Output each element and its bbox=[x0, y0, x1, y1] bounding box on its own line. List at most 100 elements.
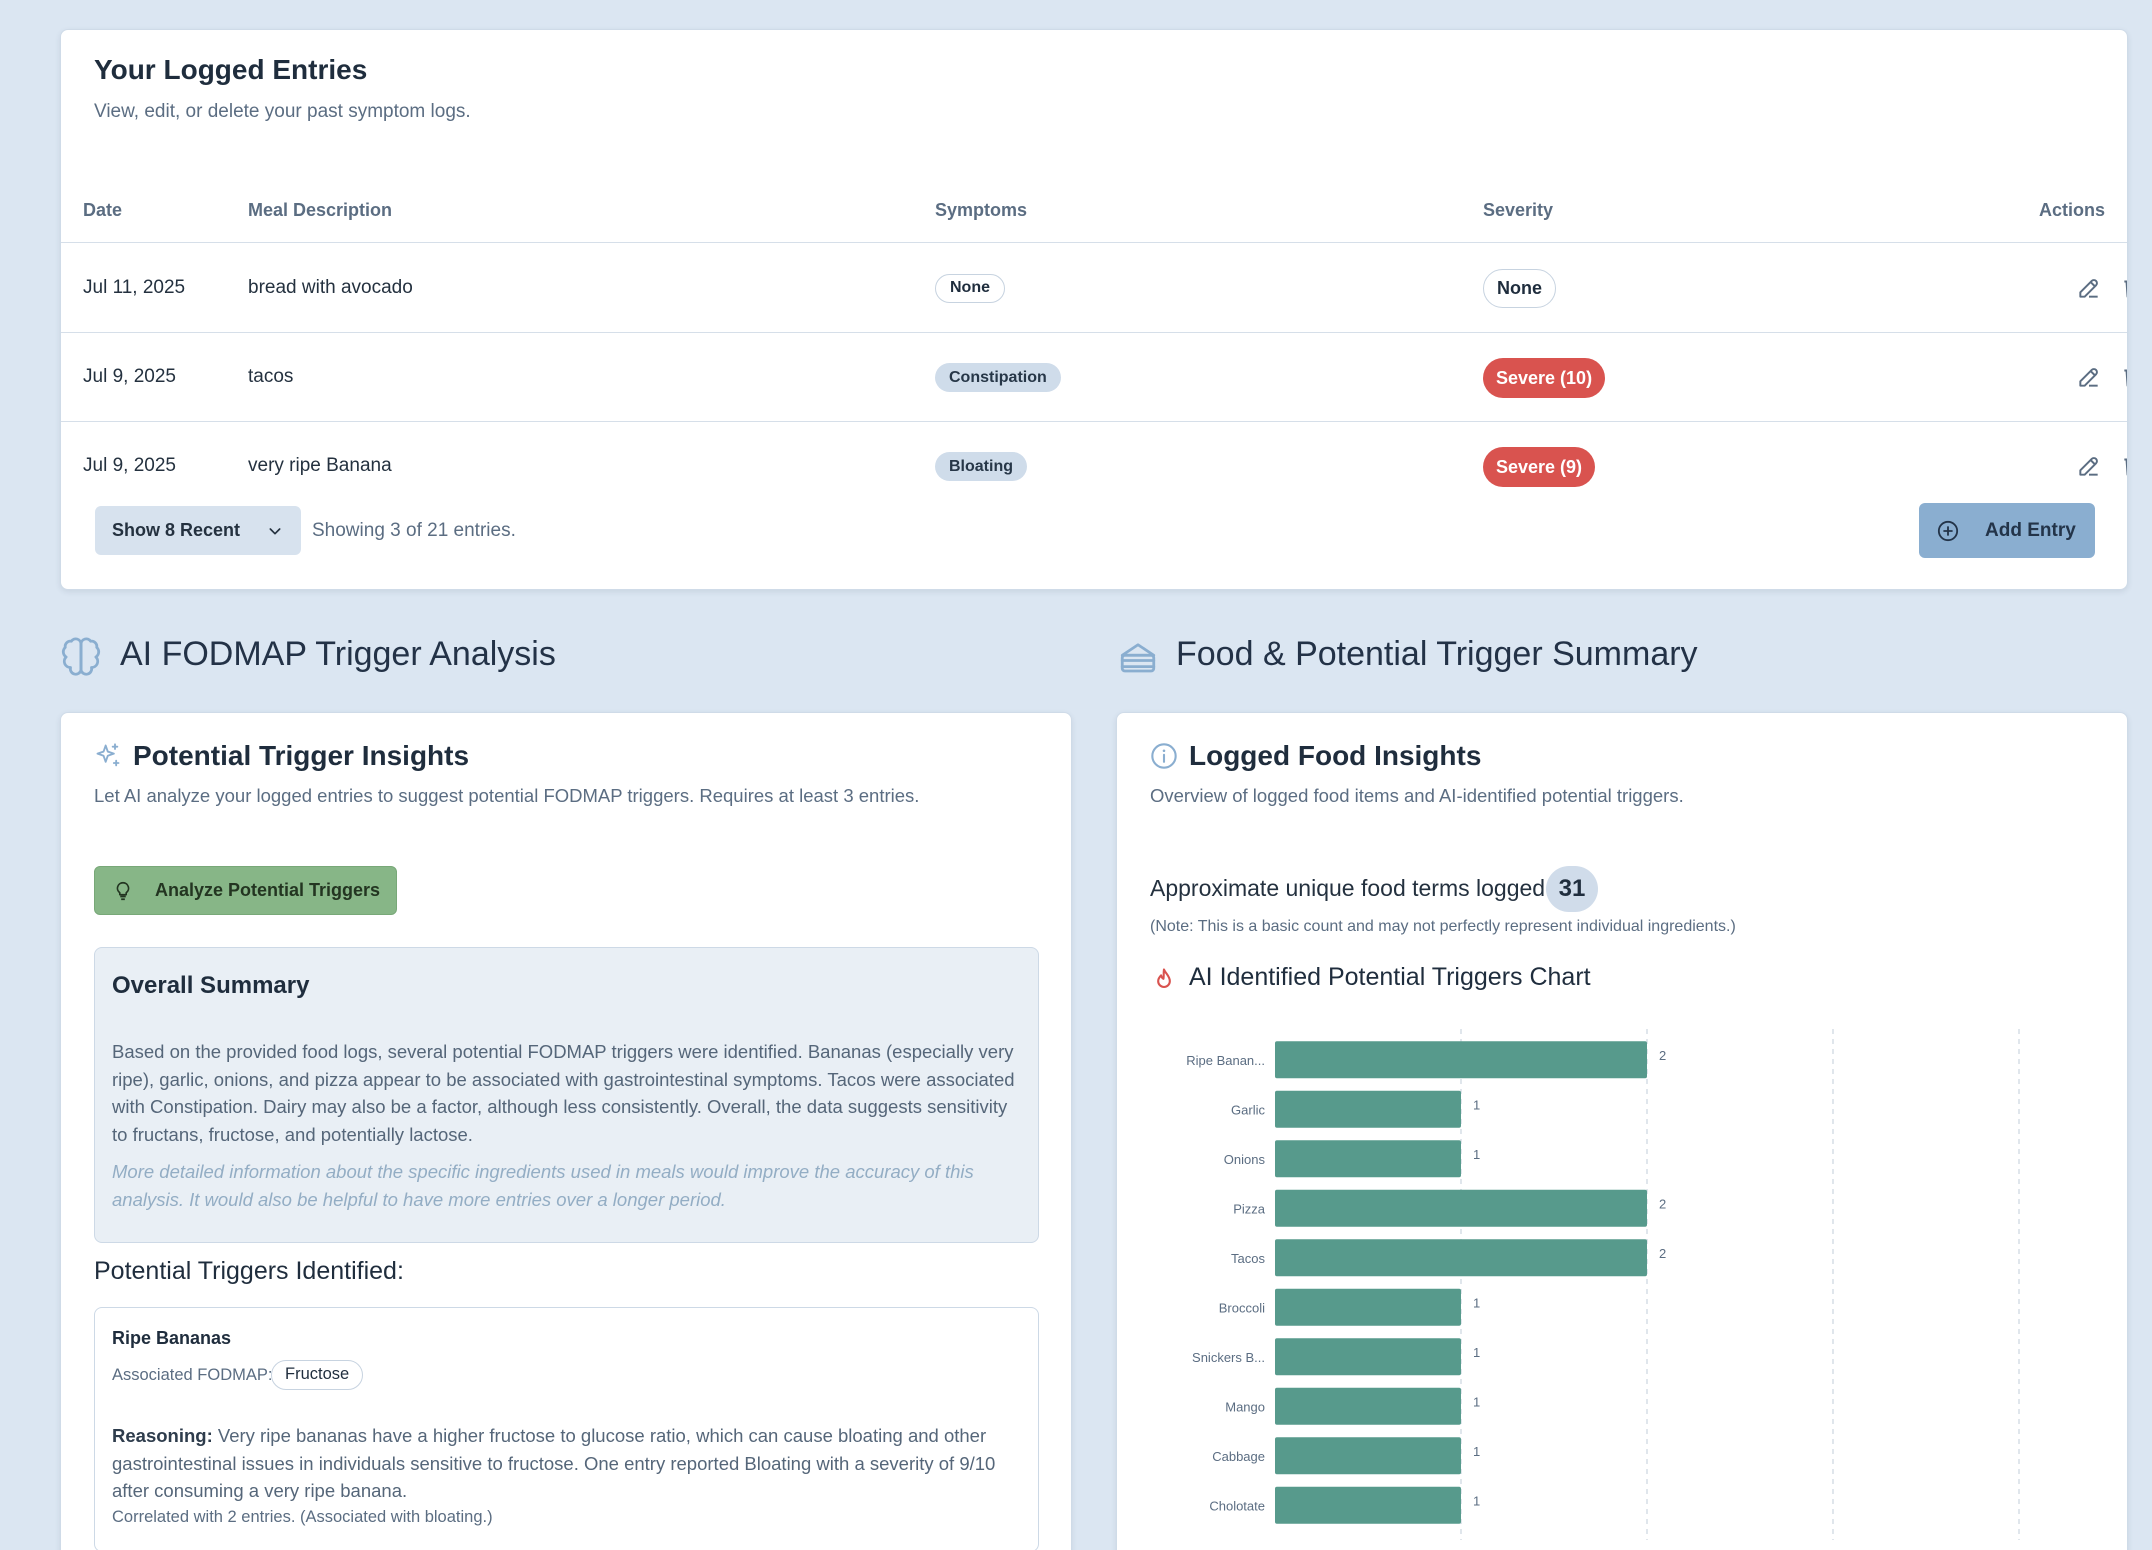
logged-entries-card: Your Logged Entries View, edit, or delet… bbox=[60, 29, 2128, 590]
y-tick-label: Mango bbox=[1225, 1399, 1265, 1414]
chart-title: AI Identified Potential Triggers Chart bbox=[1189, 963, 1591, 991]
food-insights-card: Logged Food Insights Overview of logged … bbox=[1116, 712, 2128, 1550]
reasoning-label: Reasoning: bbox=[112, 1425, 213, 1446]
data-label: 1 bbox=[1473, 1097, 1480, 1112]
table-header: Date Meal Description Symptoms Severity … bbox=[61, 170, 2127, 243]
col-meal: Meal Description bbox=[248, 200, 393, 220]
y-tick-label: Onions bbox=[1224, 1152, 1266, 1167]
insights-title: Potential Trigger Insights bbox=[133, 740, 470, 771]
bar bbox=[1275, 1189, 1647, 1227]
y-tick-label: Broccoli bbox=[1219, 1300, 1265, 1315]
trigger-correlation: Correlated with 2 entries. (Associated w… bbox=[112, 1508, 493, 1526]
food-insights-title: Logged Food Insights bbox=[1189, 740, 1482, 771]
y-tick-label: Snickers B... bbox=[1192, 1350, 1265, 1365]
y-tick-label: Cholotate bbox=[1209, 1498, 1265, 1513]
data-label: 2 bbox=[1659, 1246, 1666, 1261]
symptom-chip: Bloating bbox=[935, 452, 1027, 481]
trigger-name: Ripe Bananas bbox=[112, 1328, 232, 1348]
entries-subtitle: View, edit, or delete your past symptom … bbox=[94, 101, 471, 122]
y-tick-label: Garlic bbox=[1231, 1102, 1265, 1117]
severity-badge: Severe (10) bbox=[1483, 358, 1606, 398]
data-label: 2 bbox=[1659, 1048, 1666, 1063]
row-date: Jul 9, 2025 bbox=[83, 455, 176, 476]
flame-icon bbox=[1157, 968, 1171, 989]
col-severity: Severity bbox=[1483, 200, 1554, 220]
plus-circle-icon bbox=[1937, 520, 1959, 542]
lightbulb-icon bbox=[116, 881, 130, 901]
bar bbox=[1275, 1140, 1461, 1178]
summary-note: More detailed information about the spec… bbox=[112, 1161, 974, 1210]
edit-icon[interactable] bbox=[2076, 275, 2102, 301]
unique-terms-label: Approximate unique food terms logged: bbox=[1150, 875, 1552, 901]
trigger-insights-card: Potential Trigger Insights Let AI analyz… bbox=[60, 712, 1072, 1550]
data-label: 1 bbox=[1473, 1394, 1480, 1409]
bar bbox=[1275, 1239, 1647, 1277]
symptom-chip: Constipation bbox=[935, 363, 1061, 392]
summary-text: Based on the provided food logs, several… bbox=[112, 1041, 1015, 1145]
show-recent-select[interactable]: Show 8 Recent bbox=[95, 506, 301, 555]
col-actions: Actions bbox=[2038, 200, 2105, 220]
severity-badge: None bbox=[1483, 269, 1556, 308]
trigger-item: Ripe Bananas Associated FODMAP: Fructose… bbox=[94, 1307, 1039, 1550]
data-label: 1 bbox=[1473, 1147, 1480, 1162]
bar bbox=[1275, 1437, 1461, 1475]
row-meal: very ripe Banana bbox=[248, 455, 392, 476]
row-date: Jul 9, 2025 bbox=[83, 366, 176, 387]
data-label: 1 bbox=[1473, 1345, 1480, 1360]
summary-heading: Food & Potential Trigger Summary bbox=[1176, 635, 1698, 673]
data-label: 2 bbox=[1659, 1196, 1666, 1211]
data-label: 1 bbox=[1473, 1444, 1480, 1459]
trigger-reasoning: Reasoning: Very ripe bananas have a high… bbox=[112, 1422, 1024, 1505]
row-meal: bread with avocado bbox=[248, 277, 413, 298]
data-label: 1 bbox=[1473, 1295, 1480, 1310]
analysis-heading: AI FODMAP Trigger Analysis bbox=[120, 635, 556, 673]
reasoning-text: Very ripe bananas have a higher fructose… bbox=[112, 1425, 996, 1501]
col-symptoms: Symptoms bbox=[935, 200, 1028, 220]
table-row: Jul 9, 2025 tacos Constipation Severe (1… bbox=[61, 333, 2127, 422]
col-date: Date bbox=[83, 200, 123, 220]
trash-icon[interactable] bbox=[2120, 364, 2128, 390]
trash-icon[interactable] bbox=[2120, 275, 2128, 301]
bar bbox=[1275, 1041, 1647, 1079]
add-entry-label: Add Entry bbox=[1985, 520, 2076, 541]
row-date: Jul 11, 2025 bbox=[83, 277, 186, 298]
fodmap-chip: Fructose bbox=[271, 1360, 364, 1390]
y-tick-label: Tacos bbox=[1231, 1251, 1265, 1266]
info-icon bbox=[1151, 743, 1177, 769]
food-insights-subtitle: Overview of logged food items and AI-ide… bbox=[1150, 785, 1684, 806]
unique-terms-note: (Note: This is a basic count and may not… bbox=[1150, 918, 1736, 935]
analyze-label: Analyze Potential Triggers bbox=[155, 880, 381, 900]
brain-icon bbox=[61, 637, 101, 676]
show-recent-label: Show 8 Recent bbox=[112, 520, 241, 540]
chevron-down-icon bbox=[269, 528, 281, 535]
insights-subtitle: Let AI analyze your logged entries to su… bbox=[94, 785, 920, 806]
trash-icon[interactable] bbox=[2120, 453, 2128, 479]
edit-icon[interactable] bbox=[2076, 364, 2102, 390]
severity-badge: Severe (9) bbox=[1483, 447, 1596, 487]
analyze-triggers-button[interactable]: Analyze Potential Triggers bbox=[94, 866, 397, 915]
bar bbox=[1275, 1288, 1461, 1326]
bar bbox=[1275, 1486, 1461, 1524]
data-label: 1 bbox=[1473, 1493, 1480, 1508]
summary-title: Overall Summary bbox=[112, 972, 310, 999]
y-tick-label: Pizza bbox=[1233, 1201, 1266, 1216]
triggers-bar-chart: 01234Ripe Banan...2Garlic1Onions1Pizza2T… bbox=[1186, 1029, 2020, 1540]
table-row: Jul 11, 2025 bread with avocado None Non… bbox=[61, 244, 2127, 333]
showing-count: Showing 3 of 21 entries. bbox=[312, 520, 516, 541]
entries-title: Your Logged Entries bbox=[94, 54, 368, 85]
bar bbox=[1275, 1090, 1461, 1128]
symptom-chip: None bbox=[935, 274, 1005, 303]
trigger-assoc-label: Associated FODMAP: bbox=[112, 1366, 273, 1384]
triggers-title: Potential Triggers Identified: bbox=[94, 1257, 404, 1285]
sparkles-icon bbox=[96, 743, 120, 767]
add-entry-button[interactable]: Add Entry bbox=[1919, 503, 2095, 558]
overall-summary-box: Overall Summary Based on the provided fo… bbox=[94, 947, 1039, 1243]
table-row: Jul 9, 2025 very ripe Banana Bloating Se… bbox=[61, 422, 2127, 511]
bar bbox=[1275, 1338, 1461, 1376]
unique-terms-count: 31 bbox=[1546, 866, 1598, 912]
row-meal: tacos bbox=[248, 366, 294, 387]
edit-icon[interactable] bbox=[2076, 453, 2102, 479]
sandwich-icon bbox=[1120, 643, 1156, 673]
y-tick-label: Cabbage bbox=[1212, 1449, 1265, 1464]
bar bbox=[1275, 1387, 1461, 1425]
